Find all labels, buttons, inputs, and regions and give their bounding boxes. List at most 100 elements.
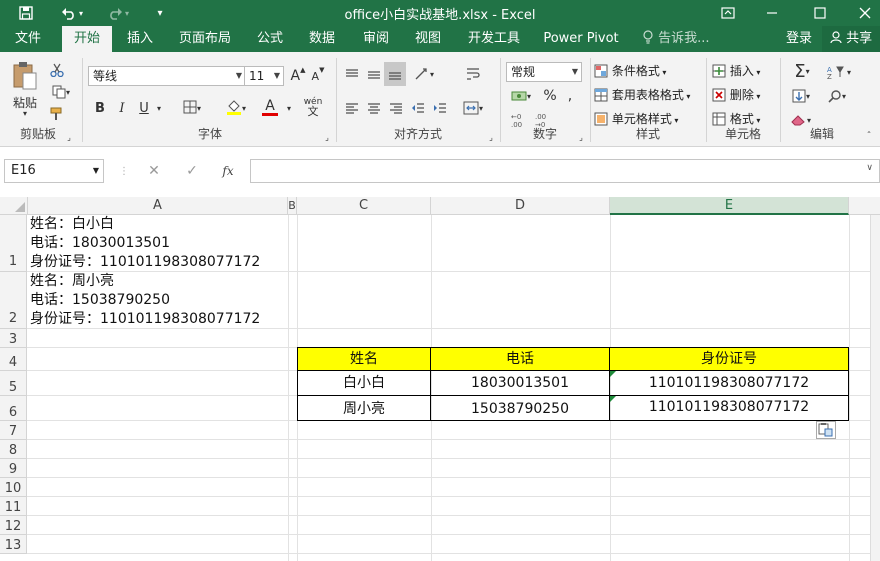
chevron-down-icon[interactable]: ▾ — [154, 98, 164, 118]
tab-review[interactable]: 审阅 — [352, 26, 400, 52]
column-header-a[interactable]: A — [28, 197, 288, 215]
row-header-13[interactable]: 13 — [0, 535, 27, 554]
comma-button[interactable]: , — [562, 86, 578, 106]
bold-button[interactable]: B — [90, 98, 110, 118]
signin-link[interactable]: 登录 — [786, 26, 812, 52]
tab-data[interactable]: 数据 — [298, 26, 346, 52]
share-button[interactable]: 共享 — [822, 26, 880, 52]
maximize-icon[interactable] — [800, 0, 840, 26]
delete-cells-button[interactable]: 删除 ▾ — [712, 86, 760, 103]
tell-me-box[interactable]: 告诉我... — [642, 26, 710, 52]
decrease-indent-icon[interactable] — [408, 98, 428, 118]
tab-page-layout[interactable]: 页面布局 — [172, 26, 238, 52]
shrink-font-button[interactable]: A ▼ — [310, 66, 326, 86]
insert-cells-button[interactable]: 插入 ▾ — [712, 62, 760, 79]
row-header-7[interactable]: 7 — [0, 421, 27, 440]
phonetic-button[interactable]: wén 文 — [298, 96, 328, 118]
fill-icon[interactable]: ▾ — [786, 86, 816, 106]
dialog-launcher-icon[interactable]: ⌟ — [322, 132, 332, 142]
font-color-button[interactable]: A — [254, 96, 286, 118]
table-header-name[interactable]: 姓名 — [297, 347, 431, 371]
fill-color-button[interactable]: ▾ — [220, 98, 252, 118]
row-header-6[interactable]: 6 — [0, 396, 27, 421]
align-right-icon[interactable] — [386, 98, 406, 118]
find-select-icon[interactable]: ▾ — [822, 86, 852, 106]
increase-indent-icon[interactable] — [430, 98, 450, 118]
number-format-combo[interactable]: 常规 ▼ — [506, 62, 582, 82]
italic-button[interactable]: I — [112, 98, 132, 118]
error-indicator-icon[interactable] — [610, 396, 616, 402]
tab-insert[interactable]: 插入 — [116, 26, 164, 52]
dialog-launcher-icon[interactable]: ⌟ — [64, 132, 74, 142]
column-header-c[interactable]: C — [297, 197, 431, 215]
tab-view[interactable]: 视图 — [404, 26, 452, 52]
align-bottom-icon[interactable] — [384, 62, 406, 86]
row-header-11[interactable]: 11 — [0, 497, 27, 516]
tab-developer[interactable]: 开发工具 — [458, 26, 530, 52]
align-top-icon[interactable] — [342, 64, 362, 84]
row-header-2[interactable]: 2 — [0, 272, 27, 329]
cut-icon[interactable] — [46, 60, 68, 80]
wrap-text-icon[interactable] — [462, 64, 484, 84]
table-header-id[interactable]: 身份证号 — [609, 347, 849, 371]
table-cell-phone[interactable]: 15038790250 — [430, 395, 610, 421]
dialog-launcher-icon[interactable]: ⌟ — [486, 132, 496, 142]
table-header-phone[interactable]: 电话 — [430, 347, 610, 371]
row-header-8[interactable]: 8 — [0, 440, 27, 459]
row-header-3[interactable]: 3 — [0, 329, 27, 348]
vertical-scrollbar[interactable] — [870, 215, 880, 561]
autosum-icon[interactable]: Σ ▾ — [786, 60, 818, 82]
worksheet-grid[interactable]: A B C D E 1 2 3 4 5 6 7 8 9 10 11 12 13 … — [0, 197, 880, 561]
align-middle-icon[interactable] — [364, 64, 384, 84]
currency-icon[interactable]: ▾ — [506, 86, 536, 106]
copy-icon[interactable]: ▾ — [46, 82, 76, 102]
tab-home[interactable]: 开始 — [62, 26, 112, 52]
paste-options-button[interactable] — [816, 421, 836, 439]
borders-button[interactable]: ▾ — [176, 98, 208, 118]
align-center-icon[interactable] — [364, 98, 384, 118]
close-icon[interactable] — [845, 0, 880, 26]
table-cell-name[interactable]: 周小亮 — [297, 395, 431, 421]
name-box[interactable]: E16 ▼ — [4, 159, 104, 183]
orientation-icon[interactable]: ▾ — [410, 64, 438, 84]
tab-formulas[interactable]: 公式 — [246, 26, 294, 52]
cancel-icon[interactable]: ✕ — [144, 161, 164, 181]
format-as-table-button[interactable]: 套用表格格式 ▾ — [594, 86, 690, 103]
row-header-1[interactable]: 1 — [0, 215, 27, 272]
conditional-format-button[interactable]: 条件格式 ▾ — [594, 62, 666, 79]
column-header-e[interactable]: E — [610, 197, 849, 215]
error-indicator-icon[interactable] — [610, 371, 616, 377]
grow-font-button[interactable]: A ▲ — [290, 66, 306, 86]
insert-function-icon[interactable]: fx — [218, 161, 238, 181]
row-header-5[interactable]: 5 — [0, 371, 27, 396]
row-header-12[interactable]: 12 — [0, 516, 27, 535]
merge-center-icon[interactable]: ▾ — [456, 98, 490, 118]
cell-a1[interactable]: 姓名：白小白 电话：18030013501 身份证号：1101011983080… — [30, 215, 260, 272]
collapse-ribbon-icon[interactable]: ˆ — [862, 130, 876, 142]
cell-a2[interactable]: 姓名：周小亮 电话：15038790250 身份证号：1101011983080… — [30, 272, 260, 329]
formula-input[interactable]: ∨ — [250, 159, 880, 183]
tab-power-pivot[interactable]: Power Pivot — [538, 26, 624, 52]
column-header-d[interactable]: D — [431, 197, 610, 215]
table-cell-id[interactable]: 110101198308077172 — [609, 395, 849, 421]
row-header-10[interactable]: 10 — [0, 478, 27, 497]
row-header-4[interactable]: 4 — [0, 348, 27, 371]
minimize-icon[interactable] — [752, 0, 792, 26]
chevron-down-icon[interactable]: ▾ — [284, 98, 294, 118]
row-header-9[interactable]: 9 — [0, 459, 27, 478]
percent-button[interactable]: % — [540, 86, 560, 106]
align-left-icon[interactable] — [342, 98, 362, 118]
ribbon-display-icon[interactable] — [708, 0, 748, 26]
table-cell-id[interactable]: 110101198308077172 — [609, 370, 849, 396]
expand-formula-icon[interactable]: ∨ — [866, 163, 873, 173]
table-cell-phone[interactable]: 18030013501 — [430, 370, 610, 396]
sort-filter-icon[interactable]: A Z ▾ — [822, 62, 856, 82]
tab-file[interactable]: 文件 — [2, 26, 54, 52]
dialog-launcher-icon[interactable]: ⌟ — [576, 132, 586, 142]
format-painter-icon[interactable] — [46, 104, 68, 124]
column-header-b[interactable]: B — [288, 197, 297, 215]
font-name-combo[interactable]: 等线 ▼ — [88, 66, 246, 86]
table-cell-name[interactable]: 白小白 — [297, 370, 431, 396]
font-size-combo[interactable]: 11 ▼ — [244, 66, 284, 86]
underline-button[interactable]: U — [134, 98, 154, 118]
